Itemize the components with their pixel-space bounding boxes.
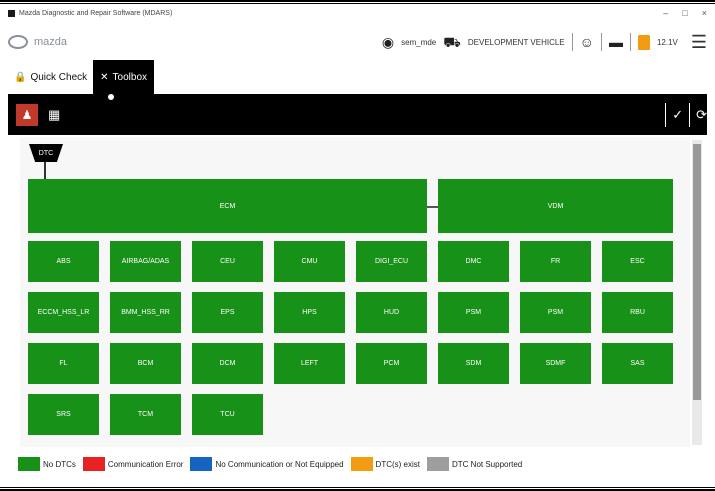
table-view-icon[interactable]: ▦ — [48, 107, 60, 123]
app-icon — [8, 9, 15, 17]
minimize-button[interactable]: – — [663, 8, 668, 18]
module-tile[interactable]: ABS — [28, 241, 99, 282]
module-tile[interactable]: PSM — [438, 292, 509, 333]
bus-connector — [44, 162, 46, 179]
module-tile[interactable]: FL — [28, 343, 99, 384]
legend-swatch-dtc-not-supported — [427, 457, 449, 471]
status-legend: No DTCs Communication Error No Communica… — [18, 456, 526, 472]
vehicle-label: DEVELOPMENT VEHICLE — [467, 37, 565, 47]
module-tile[interactable]: PCM — [356, 343, 427, 384]
user-circle-icon[interactable]: ◉ — [382, 35, 394, 49]
person-icon[interactable]: ☺ — [580, 35, 594, 49]
window-title: Mazda Diagnostic and Repair Software (MD… — [19, 9, 173, 17]
user-label: sem_mde — [401, 37, 437, 47]
module-tile[interactable]: ESC — [602, 241, 673, 282]
scrollbar-thumb[interactable] — [693, 144, 701, 400]
tab-bar: 🔒 Quick Check ✕ Toolbox — [8, 60, 154, 94]
module-tile[interactable]: EPS — [192, 292, 263, 333]
car-icon[interactable]: ⛟ — [443, 35, 461, 49]
module-tile[interactable]: HPS — [274, 292, 345, 333]
module-tile[interactable]: LEFT — [274, 343, 345, 384]
header-divider — [571, 33, 573, 51]
toolbar-divider — [689, 102, 691, 127]
module-tile[interactable]: TCM — [110, 394, 181, 435]
module-tile[interactable]: FR — [520, 241, 591, 282]
legend-swatch-no-communication — [190, 457, 213, 471]
maximize-button[interactable]: □ — [682, 8, 687, 18]
module-tile[interactable]: SAS — [602, 343, 673, 384]
module-tile[interactable]: PSM — [520, 292, 591, 333]
module-tile[interactable]: HUD — [356, 292, 427, 333]
header-status: ◉ sem_mde ⛟ DEVELOPMENT VEHICLE ☺ ▬ 12.1… — [382, 33, 707, 51]
module-tile[interactable]: ECCM_HSS_LR — [28, 292, 99, 333]
legend-label: No DTCs — [43, 459, 76, 469]
window-border-bottom — [0, 487, 715, 491]
active-tab-indicator — [108, 94, 114, 100]
tab-quick-check[interactable]: 🔒 Quick Check — [8, 60, 94, 94]
module-vdm[interactable]: VDM — [438, 179, 673, 233]
module-ecm[interactable]: ECM — [28, 179, 427, 233]
network-topology-icon: ♟ — [21, 107, 33, 122]
window-border-top — [0, 0, 715, 4]
vci-device-icon[interactable]: ▬ — [609, 35, 623, 49]
module-tile[interactable]: DMC — [438, 241, 509, 282]
module-tile[interactable]: BCM — [110, 343, 181, 384]
battery-icon — [637, 34, 650, 50]
module-tile[interactable]: SRS — [28, 394, 99, 435]
module-tile[interactable]: SDMF — [520, 343, 591, 384]
refresh-icon[interactable]: ⟳ — [696, 107, 707, 123]
battery-level: 12.1V — [656, 37, 678, 47]
header-divider — [629, 33, 631, 51]
network-topology-button[interactable]: ♟ — [16, 103, 38, 126]
brand-name: mazda — [34, 36, 68, 48]
module-tile[interactable]: DCM — [192, 343, 263, 384]
close-button[interactable]: × — [702, 8, 707, 18]
module-tile[interactable]: SDM — [438, 343, 509, 384]
brand-logo: mazda — [8, 35, 67, 49]
tab-quick-check-label: Quick Check — [30, 71, 88, 83]
hamburger-menu-icon[interactable]: ☰ — [691, 33, 707, 51]
toolbar-right: ✓ ⟳ — [659, 102, 707, 127]
module-tile[interactable]: CMU — [274, 241, 345, 282]
legend-label: No Communication or Not Equipped — [215, 459, 344, 469]
tools-icon: ✕ — [100, 71, 109, 83]
lock-icon: 🔒 — [14, 71, 27, 83]
module-tile[interactable]: AIRBAG/ADAS — [110, 241, 181, 282]
tab-toolbox-label: Toolbox — [112, 71, 147, 83]
app-header: mazda ◉ sem_mde ⛟ DEVELOPMENT VEHICLE ☺ … — [8, 24, 707, 60]
legend-label: DTC Not Supported — [452, 459, 523, 469]
header-divider — [600, 33, 602, 51]
module-tile[interactable]: DIGI_ECU — [356, 241, 427, 282]
bus-connector — [427, 206, 438, 208]
legend-swatch-no-dtcs — [18, 457, 40, 471]
window-titlebar: Mazda Diagnostic and Repair Software (MD… — [8, 6, 707, 20]
legend-label: Communication Error — [107, 459, 184, 469]
vertical-scrollbar[interactable] — [692, 140, 702, 445]
module-tile[interactable]: RBU — [602, 292, 673, 333]
module-tile[interactable]: CEU — [192, 241, 263, 282]
module-tile[interactable]: BMM_HSS_RR — [110, 292, 181, 333]
window-controls: – □ × — [663, 8, 707, 18]
view-toolbar: ♟ ▦ ✓ ⟳ — [8, 94, 707, 135]
legend-swatch-dtcs-exist — [350, 457, 373, 471]
mazda-logo-icon — [8, 35, 28, 49]
toolbar-divider — [665, 102, 667, 127]
legend-swatch-communication-error — [82, 457, 105, 471]
checkmark-icon[interactable]: ✓ — [672, 107, 683, 123]
legend-label: DTC(s) exist — [375, 459, 420, 469]
module-tile[interactable]: TCU — [192, 394, 263, 435]
tab-toolbox[interactable]: ✕ Toolbox — [93, 60, 154, 94]
